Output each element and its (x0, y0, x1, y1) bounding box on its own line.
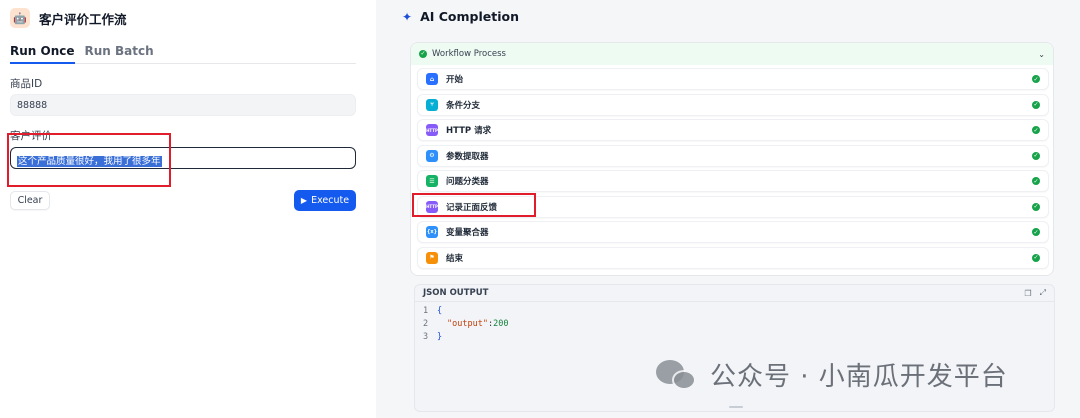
chevron-down-icon[interactable]: ⌄ (1038, 50, 1045, 59)
success-check-icon: ✓ (1032, 126, 1040, 134)
success-check-icon: ✓ (1032, 202, 1040, 211)
workflow-node-if-else[interactable]: ⑂ 条件分支 ✓ (417, 93, 1049, 116)
node-label: HTTP 请求 (446, 126, 492, 136)
watermark: 公众号 · 小南瓜开发平台 (656, 356, 1008, 393)
play-icon: ▶ (300, 196, 308, 205)
workflow-process-title: Workflow Process (432, 49, 506, 59)
question-classifier-icon: ☰ (426, 175, 438, 187)
node-label: 条件分支 (446, 100, 481, 111)
workflow-node-end[interactable]: ⚑ 结束 ✓ (417, 246, 1049, 269)
tab-run-once[interactable]: Run Once (10, 40, 75, 64)
workflow-node-start[interactable]: ⌂ 开始 ✓ (417, 68, 1049, 90)
highlight-box-feedback-node (412, 193, 536, 217)
clear-button[interactable]: Clear (10, 191, 50, 210)
run-mode-tabs: Run Once Run Batch (10, 40, 356, 64)
variable-aggregator-icon: {x} (426, 226, 438, 238)
branch-icon: ⑂ (426, 98, 438, 111)
node-label: 开始 (446, 75, 464, 85)
success-check-icon: ✓ (1032, 253, 1040, 262)
execute-button[interactable]: ▶ Execute (294, 190, 356, 211)
node-label: 问题分类器 (446, 177, 489, 187)
sparkle-icon: ✦ (402, 9, 413, 24)
workflow-node-question-classifier[interactable]: ☰ 问题分类器 ✓ (417, 170, 1049, 192)
workflow-node-http-request[interactable]: HTTP HTTP 请求 ✓ (417, 119, 1049, 141)
execute-label: Execute (311, 195, 350, 206)
node-label: 结束 (446, 253, 464, 264)
highlight-box-review (7, 133, 171, 187)
resize-handle[interactable] (729, 406, 743, 408)
app-title: 客户评价工作流 (39, 11, 127, 27)
completion-title: AI Completion (420, 9, 519, 24)
tab-run-batch[interactable]: Run Batch (85, 40, 154, 64)
success-check-icon: ✓ (419, 50, 427, 58)
success-check-icon: ✓ (1032, 228, 1040, 236)
product-id-input[interactable]: 88888 (10, 94, 356, 116)
home-icon: ⌂ (426, 73, 438, 85)
app-header: 🤖 客户评价工作流 (10, 8, 127, 28)
expand-icon[interactable]: ⤢ (1040, 288, 1046, 298)
http-icon: HTTP (426, 124, 438, 136)
wechat-icon (656, 358, 700, 392)
success-check-icon: ✓ (1032, 75, 1040, 83)
completion-header: ✦ AI Completion (402, 9, 519, 24)
input-panel: 🤖 客户评价工作流 Run Once Run Batch 商品ID 88888 … (0, 0, 376, 418)
watermark-text: 公众号 · 小南瓜开发平台 (710, 362, 1008, 392)
code-line: 3 } (423, 332, 443, 342)
code-line: 1 { (423, 306, 443, 316)
end-icon: ⚑ (426, 251, 438, 264)
workflow-process-header[interactable]: ✓ Workflow Process ⌄ (411, 43, 1053, 65)
json-code: 1 { 2 "output" : 200 3 } (415, 302, 1054, 347)
parameter-extractor-icon: ⚙ (426, 149, 438, 162)
copy-icon[interactable]: ❐ (1024, 289, 1031, 298)
code-line: 2 "output" : 200 (423, 319, 509, 329)
product-id-label: 商品ID (10, 78, 43, 90)
success-check-icon: ✓ (1032, 177, 1040, 185)
node-label: 变量聚合器 (446, 228, 489, 238)
node-label: 参数提取器 (446, 151, 489, 162)
workflow-node-variable-aggregator[interactable]: {x} 变量聚合器 ✓ (417, 221, 1049, 243)
robot-icon: 🤖 (10, 8, 30, 28)
workflow-process: ✓ Workflow Process ⌄ ⌂ 开始 ✓ ⑂ 条件分支 ✓ HTT… (410, 42, 1054, 276)
json-output-title: JSON OUTPUT (423, 288, 489, 298)
success-check-icon: ✓ (1032, 100, 1040, 109)
success-check-icon: ✓ (1032, 151, 1040, 160)
json-output-header: JSON OUTPUT ❐ ⤢ (415, 285, 1054, 302)
workflow-node-parameter-extractor[interactable]: ⚙ 参数提取器 ✓ (417, 144, 1049, 167)
